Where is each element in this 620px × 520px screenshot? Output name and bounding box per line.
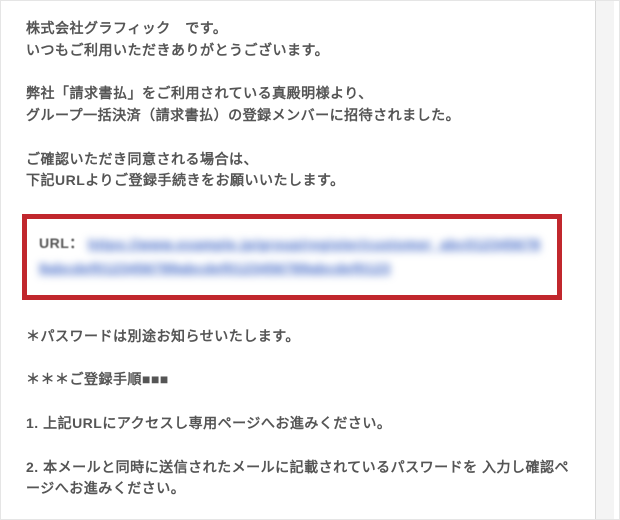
steps-heading: ＊＊＊ご登録手順■■■ <box>26 369 580 391</box>
invite-line-2: グループ一括決済（請求書払）の登録メンバーに招待されました。 <box>26 105 580 127</box>
email-body: 株式会社グラフィック です。 いつもご利用いただきありがとうございます。 弊社「… <box>26 18 580 520</box>
url-highlight-box: URL： https://www.example.jp/group/regist… <box>22 214 562 300</box>
confirm-line-1: ご確認いただき同意される場合は、 <box>26 149 580 171</box>
step-1: 1. 上記URLにアクセスし専用ページへお進みください。 <box>26 413 580 435</box>
screenshot-frame: 株式会社グラフィック です。 いつもご利用いただきありがとうございます。 弊社「… <box>0 0 620 520</box>
greeting-line-1: 株式会社グラフィック です。 <box>26 18 580 40</box>
invite-paragraph: 弊社「請求書払」をご利用されている真殿明様より、 グループ一括決済（請求書払）の… <box>26 83 580 126</box>
url-label: URL： <box>39 233 84 255</box>
confirm-paragraph: ご確認いただき同意される場合は、 下記URLよりご登録手続きをお願いいたします。 <box>26 149 580 192</box>
scrollbar-track[interactable] <box>595 0 614 520</box>
password-note: ＊パスワードは別途お知らせいたします。 <box>26 326 580 348</box>
confirm-line-2: 下記URLよりご登録手続きをお願いいたします。 <box>26 170 580 192</box>
step-2-text: 2. 本メールと同時に送信されたメールに記載されているパスワードを 入力し確認ペ… <box>26 457 580 500</box>
invite-line-1: 弊社「請求書払」をご利用されている真殿明様より、 <box>26 83 580 105</box>
greeting-line-2: いつもご利用いただきありがとうございます。 <box>26 40 580 62</box>
greeting-paragraph: 株式会社グラフィック です。 いつもご利用いただきありがとうございます。 <box>26 18 580 61</box>
step-1-text: 1. 上記URLにアクセスし専用ページへお進みください。 <box>26 413 580 435</box>
registration-url-link[interactable]: https://www.example.jp/group/register/cu… <box>39 236 540 276</box>
step-2: 2. 本メールと同時に送信されたメールに記載されているパスワードを 入力し確認ペ… <box>26 457 580 500</box>
